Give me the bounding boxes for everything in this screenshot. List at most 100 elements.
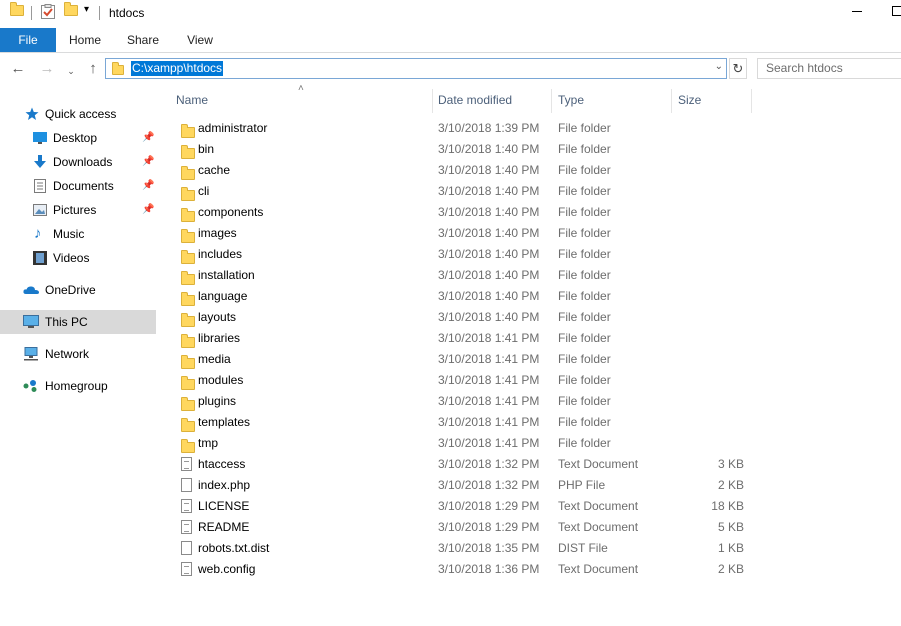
nav-item-music[interactable]: ♪ Music bbox=[0, 222, 156, 246]
file-type: File folder bbox=[558, 163, 611, 177]
table-row[interactable]: libraries 3/10/2018 1:41 PM File folder bbox=[158, 328, 758, 349]
tab-share[interactable]: Share bbox=[120, 28, 166, 52]
column-divider[interactable] bbox=[432, 89, 433, 113]
file-size: 18 KB bbox=[711, 499, 744, 513]
nav-item-onedrive[interactable]: OneDrive bbox=[0, 278, 156, 302]
table-row[interactable]: LICENSE 3/10/2018 1:29 PM Text Document 18 … bbox=[158, 496, 758, 517]
file-name: plugins bbox=[198, 394, 237, 408]
table-row[interactable]: administrator 3/10/2018 1:39 PM File folde… bbox=[158, 118, 758, 139]
nav-item-homegroup[interactable]: Homegroup bbox=[0, 374, 156, 398]
table-row[interactable]: images 3/10/2018 1:40 PM File folder bbox=[158, 223, 758, 244]
videos-icon bbox=[33, 251, 47, 265]
refresh-button[interactable]: ↻ bbox=[729, 58, 747, 79]
file-date: 3/10/2018 1:32 PM bbox=[438, 478, 540, 492]
nav-item-documents[interactable]: Documents 📌 bbox=[0, 174, 156, 198]
tab-view[interactable]: View bbox=[177, 28, 223, 52]
nav-label: Videos bbox=[53, 251, 90, 265]
file-date: 3/10/2018 1:41 PM bbox=[438, 331, 540, 345]
tab-home[interactable]: Home bbox=[62, 28, 108, 52]
table-row[interactable]: robots.txt.dist 3/10/2018 1:35 PM DIST Fil… bbox=[158, 538, 758, 559]
pin-icon[interactable]: 📌 bbox=[142, 198, 154, 222]
toolbar-divider bbox=[31, 6, 32, 20]
table-row[interactable]: templates 3/10/2018 1:41 PM File folder bbox=[158, 412, 758, 433]
file-name: administrator bbox=[198, 121, 268, 135]
address-path[interactable]: C:\xampp\htdocs bbox=[131, 61, 224, 76]
column-divider[interactable] bbox=[671, 89, 672, 113]
recent-locations-icon[interactable]: ⌄ bbox=[62, 63, 80, 79]
address-row: ← → ⌄ ↑ C:\xampp\htdocs ⌄ ↻ Search htdoc… bbox=[0, 53, 901, 85]
table-row[interactable]: language 3/10/2018 1:40 PM File folder bbox=[158, 286, 758, 307]
table-row[interactable]: modules 3/10/2018 1:41 PM File folder bbox=[158, 370, 758, 391]
back-arrow-icon[interactable]: ← bbox=[9, 61, 27, 77]
desktop-icon bbox=[33, 132, 47, 144]
nav-item-network[interactable]: Network bbox=[0, 342, 156, 366]
column-header-size[interactable]: Size bbox=[678, 85, 748, 115]
table-row[interactable]: plugins 3/10/2018 1:41 PM File folder bbox=[158, 391, 758, 412]
table-row[interactable]: htaccess 3/10/2018 1:32 PM Text Document 3 … bbox=[158, 454, 758, 475]
file-date: 3/10/2018 1:40 PM bbox=[438, 310, 540, 324]
forward-arrow-icon[interactable]: → bbox=[38, 61, 56, 77]
file-type: File folder bbox=[558, 415, 611, 429]
file-name: cache bbox=[198, 163, 231, 177]
file-size: 2 KB bbox=[717, 478, 744, 492]
file-name: components bbox=[198, 205, 264, 219]
file-name: templates bbox=[198, 415, 251, 429]
folder-icon bbox=[10, 2, 24, 19]
nav-label: Music bbox=[53, 227, 85, 241]
column-header-name[interactable]: Name bbox=[176, 85, 432, 115]
search-input[interactable]: Search htdocs bbox=[757, 58, 901, 79]
customize-dropdown-icon[interactable]: ▾ bbox=[84, 4, 89, 15]
file-size: 1 KB bbox=[717, 541, 744, 555]
table-row[interactable]: index.php 3/10/2018 1:32 PM PHP File 2 KB bbox=[158, 475, 758, 496]
file-type: Text Document bbox=[558, 520, 639, 534]
maximize-icon[interactable] bbox=[892, 6, 901, 16]
table-row[interactable]: bin 3/10/2018 1:40 PM File folder bbox=[158, 139, 758, 160]
nav-item-pictures[interactable]: Pictures 📌 bbox=[0, 198, 156, 222]
table-row[interactable]: installation 3/10/2018 1:40 PM File folder bbox=[158, 265, 758, 286]
file-type: File folder bbox=[558, 289, 611, 303]
table-row[interactable]: layouts 3/10/2018 1:40 PM File folder bbox=[158, 307, 758, 328]
table-row[interactable]: cli 3/10/2018 1:40 PM File folder bbox=[158, 181, 758, 202]
file-name: bin bbox=[198, 142, 215, 156]
table-row[interactable]: web.config 3/10/2018 1:36 PM Text Document… bbox=[158, 559, 758, 580]
table-row[interactable]: README 3/10/2018 1:29 PM Text Document 5 KB bbox=[158, 517, 758, 538]
nav-item-quick-access[interactable]: Quick access bbox=[0, 102, 156, 126]
file-type: Text Document bbox=[558, 457, 639, 471]
table-row[interactable]: cache 3/10/2018 1:40 PM File folder bbox=[158, 160, 758, 181]
pin-icon[interactable]: 📌 bbox=[142, 150, 154, 174]
table-row[interactable]: components 3/10/2018 1:40 PM File folder bbox=[158, 202, 758, 223]
nav-label: Downloads bbox=[53, 155, 113, 169]
column-divider[interactable] bbox=[751, 89, 752, 113]
column-divider[interactable] bbox=[551, 89, 552, 113]
minimize-icon[interactable] bbox=[852, 11, 862, 12]
computer-icon bbox=[23, 315, 39, 328]
pin-icon[interactable]: 📌 bbox=[142, 174, 154, 198]
up-arrow-icon[interactable]: ↑ bbox=[84, 61, 102, 77]
column-header-date[interactable]: Date modified bbox=[438, 85, 548, 115]
file-date: 3/10/2018 1:41 PM bbox=[438, 352, 540, 366]
file-date: 3/10/2018 1:29 PM bbox=[438, 520, 540, 534]
file-type: File folder bbox=[558, 373, 611, 387]
address-bar[interactable]: C:\xampp\htdocs ⌄ bbox=[105, 58, 727, 79]
table-row[interactable]: tmp 3/10/2018 1:41 PM File folder bbox=[158, 433, 758, 454]
table-row[interactable]: includes 3/10/2018 1:40 PM File folder bbox=[158, 244, 758, 265]
nav-item-this-pc[interactable]: This PC bbox=[0, 310, 156, 334]
file-name: libraries bbox=[198, 331, 241, 345]
file-name: language bbox=[198, 289, 248, 303]
cloud-icon bbox=[23, 286, 39, 294]
file-date: 3/10/2018 1:40 PM bbox=[438, 184, 540, 198]
table-row[interactable]: media 3/10/2018 1:41 PM File folder bbox=[158, 349, 758, 370]
nav-item-videos[interactable]: Videos bbox=[0, 246, 156, 270]
chevron-down-icon[interactable]: ⌄ bbox=[715, 61, 723, 72]
nav-item-downloads[interactable]: Downloads 📌 bbox=[0, 150, 156, 174]
folder-icon bbox=[112, 62, 124, 78]
new-folder-icon[interactable] bbox=[64, 2, 78, 19]
pin-icon[interactable]: 📌 bbox=[142, 126, 154, 150]
nav-label: Network bbox=[45, 347, 90, 361]
properties-icon[interactable] bbox=[41, 4, 55, 22]
nav-item-desktop[interactable]: Desktop 📌 bbox=[0, 126, 156, 150]
tab-file[interactable]: File bbox=[0, 28, 56, 52]
file-type: File folder bbox=[558, 394, 611, 408]
file-type: File folder bbox=[558, 436, 611, 450]
column-header-type[interactable]: Type bbox=[558, 85, 668, 115]
